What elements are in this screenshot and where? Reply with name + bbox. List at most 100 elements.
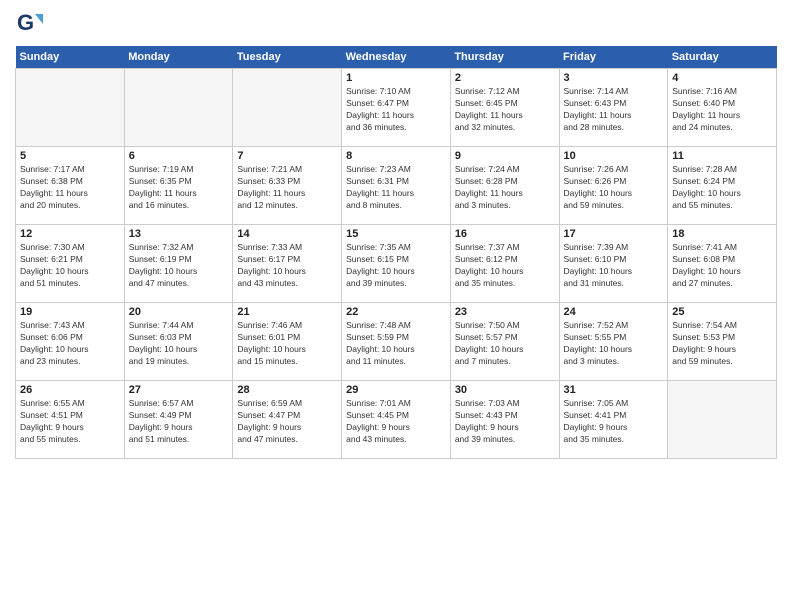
calendar-cell: 24Sunrise: 7:52 AM Sunset: 5:55 PM Dayli…: [559, 303, 668, 381]
day-info: Sunrise: 7:24 AM Sunset: 6:28 PM Dayligh…: [455, 164, 555, 212]
day-number: 29: [346, 384, 446, 396]
day-info: Sunrise: 7:54 AM Sunset: 5:53 PM Dayligh…: [672, 320, 772, 368]
calendar-cell: 22 Sunrise: 7:48 AM Sunset: 5:59 PM Dayli…: [342, 303, 451, 381]
calendar-cell: 20Sunrise: 7:44 AM Sunset: 6:03 PM Dayli…: [124, 303, 233, 381]
weekday-header-thursday: Thursday: [450, 46, 559, 69]
day-number: 16: [455, 228, 555, 240]
calendar-cell: 14 Sunrise: 7:33 AM Sunset: 6:17 PM Dayli…: [233, 225, 342, 303]
day-number: 21: [237, 306, 337, 318]
svg-text:G: G: [17, 10, 34, 35]
day-number: 18: [672, 228, 772, 240]
calendar-cell: 9 Sunrise: 7:24 AM Sunset: 6:28 PM Daylig…: [450, 147, 559, 225]
weekday-header-saturday: Saturday: [668, 46, 777, 69]
calendar-cell: [668, 381, 777, 459]
calendar-cell: 7 Sunrise: 7:21 AM Sunset: 6:33 PM Daylig…: [233, 147, 342, 225]
day-info: Sunrise: 7:50 AM Sunset: 5:57 PM Dayligh…: [455, 320, 555, 368]
day-number: 14: [237, 228, 337, 240]
day-info: Sunrise: 7:28 AM Sunset: 6:24 PM Dayligh…: [672, 164, 772, 212]
day-number: 1: [346, 72, 446, 84]
calendar-cell: 10 Sunrise: 7:26 AM Sunset: 6:26 PM Dayli…: [559, 147, 668, 225]
day-number: 4: [672, 72, 772, 84]
calendar-cell: 12 Sunrise: 7:30 AM Sunset: 6:21 PM Dayli…: [16, 225, 125, 303]
calendar-cell: 4 Sunrise: 7:16 AM Sunset: 6:40 PM Daylig…: [668, 69, 777, 147]
day-info: Sunrise: 7:37 AM Sunset: 6:12 PM Dayligh…: [455, 242, 555, 290]
day-info: Sunrise: 7:10 AM Sunset: 6:47 PM Dayligh…: [346, 86, 446, 134]
calendar-cell: [124, 69, 233, 147]
day-number: 15: [346, 228, 446, 240]
calendar-cell: 11Sunrise: 7:28 AM Sunset: 6:24 PM Dayli…: [668, 147, 777, 225]
calendar-cell: 19 Sunrise: 7:43 AM Sunset: 6:06 PM Dayli…: [16, 303, 125, 381]
calendar-cell: 17 Sunrise: 7:39 AM Sunset: 6:10 PM Dayli…: [559, 225, 668, 303]
day-number: 8: [346, 150, 446, 162]
logo-icon: G: [15, 10, 43, 38]
day-number: 12: [20, 228, 120, 240]
day-info: Sunrise: 7:33 AM Sunset: 6:17 PM Dayligh…: [237, 242, 337, 290]
calendar-cell: 27 Sunrise: 6:57 AM Sunset: 4:49 PM Dayli…: [124, 381, 233, 459]
day-number: 10: [564, 150, 664, 162]
day-info: Sunrise: 7:52 AM Sunset: 5:55 PM Dayligh…: [564, 320, 664, 368]
calendar-cell: 5Sunrise: 7:17 AM Sunset: 6:38 PM Daylig…: [16, 147, 125, 225]
day-info: Sunrise: 7:05 AM Sunset: 4:41 PM Dayligh…: [564, 398, 664, 446]
day-number: 5: [20, 150, 120, 162]
day-number: 23: [455, 306, 555, 318]
day-info: Sunrise: 7:41 AM Sunset: 6:08 PM Dayligh…: [672, 242, 772, 290]
day-info: Sunrise: 6:55 AM Sunset: 4:51 PM Dayligh…: [20, 398, 120, 446]
day-info: Sunrise: 7:39 AM Sunset: 6:10 PM Dayligh…: [564, 242, 664, 290]
day-info: Sunrise: 6:57 AM Sunset: 4:49 PM Dayligh…: [129, 398, 229, 446]
weekday-header-friday: Friday: [559, 46, 668, 69]
logo: G: [15, 10, 46, 38]
day-number: 31: [564, 384, 664, 396]
day-number: 19: [20, 306, 120, 318]
day-info: Sunrise: 7:03 AM Sunset: 4:43 PM Dayligh…: [455, 398, 555, 446]
day-number: 13: [129, 228, 229, 240]
weekday-header-sunday: Sunday: [16, 46, 125, 69]
day-number: 6: [129, 150, 229, 162]
day-info: Sunrise: 7:32 AM Sunset: 6:19 PM Dayligh…: [129, 242, 229, 290]
day-info: Sunrise: 7:16 AM Sunset: 6:40 PM Dayligh…: [672, 86, 772, 134]
day-info: Sunrise: 7:35 AM Sunset: 6:15 PM Dayligh…: [346, 242, 446, 290]
day-info: Sunrise: 7:30 AM Sunset: 6:21 PM Dayligh…: [20, 242, 120, 290]
calendar-container: G SundayMondayTuesdayWednesdayThursdayFr…: [0, 0, 792, 464]
weekday-header-tuesday: Tuesday: [233, 46, 342, 69]
day-info: Sunrise: 7:14 AM Sunset: 6:43 PM Dayligh…: [564, 86, 664, 134]
day-number: 30: [455, 384, 555, 396]
day-number: 22: [346, 306, 446, 318]
calendar-cell: 18 Sunrise: 7:41 AM Sunset: 6:08 PM Dayli…: [668, 225, 777, 303]
day-number: 9: [455, 150, 555, 162]
calendar-cell: 28 Sunrise: 6:59 AM Sunset: 4:47 PM Dayli…: [233, 381, 342, 459]
day-info: Sunrise: 7:26 AM Sunset: 6:26 PM Dayligh…: [564, 164, 664, 212]
calendar-cell: [233, 69, 342, 147]
calendar-cell: 23 Sunrise: 7:50 AM Sunset: 5:57 PM Dayli…: [450, 303, 559, 381]
calendar-cell: 31 Sunrise: 7:05 AM Sunset: 4:41 PM Dayli…: [559, 381, 668, 459]
day-number: 3: [564, 72, 664, 84]
day-info: Sunrise: 7:12 AM Sunset: 6:45 PM Dayligh…: [455, 86, 555, 134]
day-number: 26: [20, 384, 120, 396]
day-number: 7: [237, 150, 337, 162]
calendar-cell: 8 Sunrise: 7:23 AM Sunset: 6:31 PM Daylig…: [342, 147, 451, 225]
calendar-cell: 6Sunrise: 7:19 AM Sunset: 6:35 PM Daylig…: [124, 147, 233, 225]
day-info: Sunrise: 7:44 AM Sunset: 6:03 PM Dayligh…: [129, 320, 229, 368]
calendar-cell: 1 Sunrise: 7:10 AM Sunset: 6:47 PM Daylig…: [342, 69, 451, 147]
day-info: Sunrise: 7:43 AM Sunset: 6:06 PM Dayligh…: [20, 320, 120, 368]
day-number: 27: [129, 384, 229, 396]
day-info: Sunrise: 7:23 AM Sunset: 6:31 PM Dayligh…: [346, 164, 446, 212]
day-number: 25: [672, 306, 772, 318]
day-info: Sunrise: 7:21 AM Sunset: 6:33 PM Dayligh…: [237, 164, 337, 212]
calendar-cell: 2 Sunrise: 7:12 AM Sunset: 6:45 PM Daylig…: [450, 69, 559, 147]
day-info: Sunrise: 7:01 AM Sunset: 4:45 PM Dayligh…: [346, 398, 446, 446]
day-number: 2: [455, 72, 555, 84]
weekday-header-monday: Monday: [124, 46, 233, 69]
calendar-cell: 16 Sunrise: 7:37 AM Sunset: 6:12 PM Dayli…: [450, 225, 559, 303]
calendar-cell: 30 Sunrise: 7:03 AM Sunset: 4:43 PM Dayli…: [450, 381, 559, 459]
day-info: Sunrise: 7:46 AM Sunset: 6:01 PM Dayligh…: [237, 320, 337, 368]
calendar-cell: 21 Sunrise: 7:46 AM Sunset: 6:01 PM Dayli…: [233, 303, 342, 381]
calendar-cell: [16, 69, 125, 147]
weekday-header-wednesday: Wednesday: [342, 46, 451, 69]
day-info: Sunrise: 6:59 AM Sunset: 4:47 PM Dayligh…: [237, 398, 337, 446]
calendar-cell: 25 Sunrise: 7:54 AM Sunset: 5:53 PM Dayli…: [668, 303, 777, 381]
calendar-header: G: [15, 10, 777, 38]
day-info: Sunrise: 7:48 AM Sunset: 5:59 PM Dayligh…: [346, 320, 446, 368]
day-number: 17: [564, 228, 664, 240]
calendar-cell: 13 Sunrise: 7:32 AM Sunset: 6:19 PM Dayli…: [124, 225, 233, 303]
day-number: 28: [237, 384, 337, 396]
